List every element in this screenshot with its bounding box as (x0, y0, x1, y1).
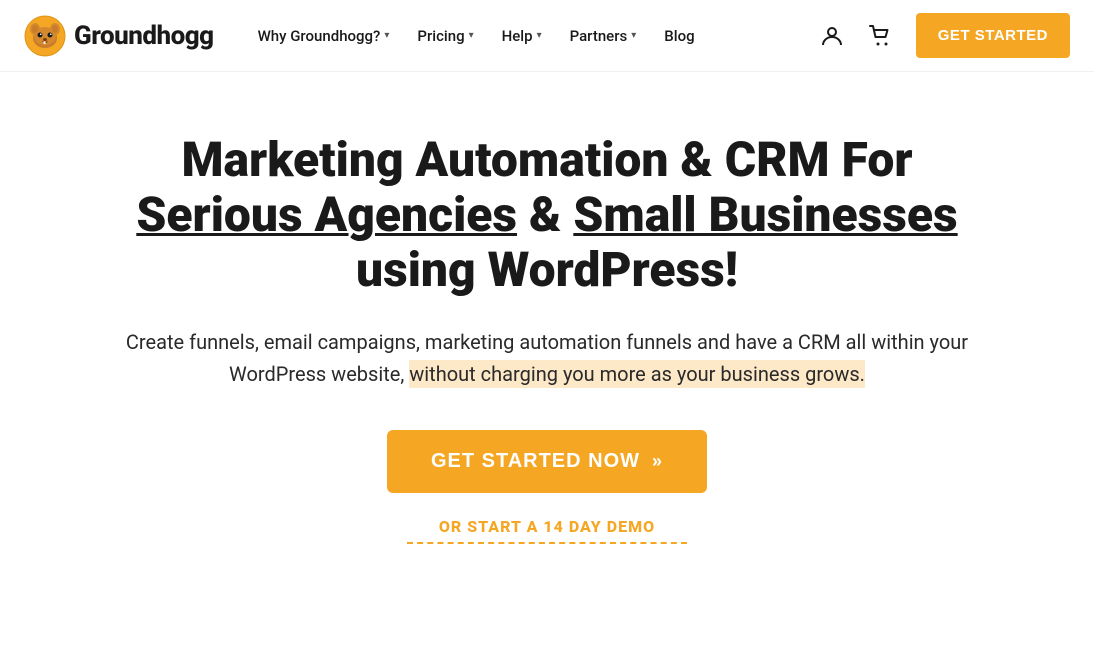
nav-item-help[interactable]: Help ▾ (490, 19, 554, 53)
demo-underline (407, 542, 687, 544)
hero-title: Marketing Automation & CRM For Serious A… (97, 132, 997, 298)
nav-get-started-button[interactable]: GET STARTED (916, 13, 1070, 58)
nav-item-why[interactable]: Why Groundhogg? ▾ (246, 19, 402, 53)
hero-subtitle: Create funnels, email campaigns, marketi… (117, 326, 977, 390)
nav-item-blog[interactable]: Blog (652, 19, 706, 53)
brand-name: Groundhogg (74, 21, 214, 51)
hero-section: Marketing Automation & CRM For Serious A… (0, 72, 1094, 584)
nav-links: Why Groundhogg? ▾ Pricing ▾ Help ▾ Partn… (246, 19, 816, 53)
get-started-now-button[interactable]: GET STARTED NOW » (387, 430, 707, 493)
logo-icon (24, 15, 66, 57)
demo-link[interactable]: OR START A 14 DAY DEMO (407, 517, 687, 544)
chevron-down-icon: ▾ (384, 30, 389, 41)
chevron-down-icon: ▾ (537, 30, 542, 41)
navbar: Groundhogg Why Groundhogg? ▾ Pricing ▾ H… (0, 0, 1094, 72)
cart-icon[interactable] (864, 20, 896, 52)
logo-link[interactable]: Groundhogg (24, 15, 214, 57)
account-icon[interactable] (816, 20, 848, 52)
nav-item-partners[interactable]: Partners ▾ (558, 19, 649, 53)
nav-icons (816, 20, 896, 52)
chevron-down-icon: ▾ (469, 30, 474, 41)
nav-item-pricing[interactable]: Pricing ▾ (405, 19, 485, 53)
arrows-icon: » (652, 451, 663, 472)
chevron-down-icon: ▾ (631, 30, 636, 41)
